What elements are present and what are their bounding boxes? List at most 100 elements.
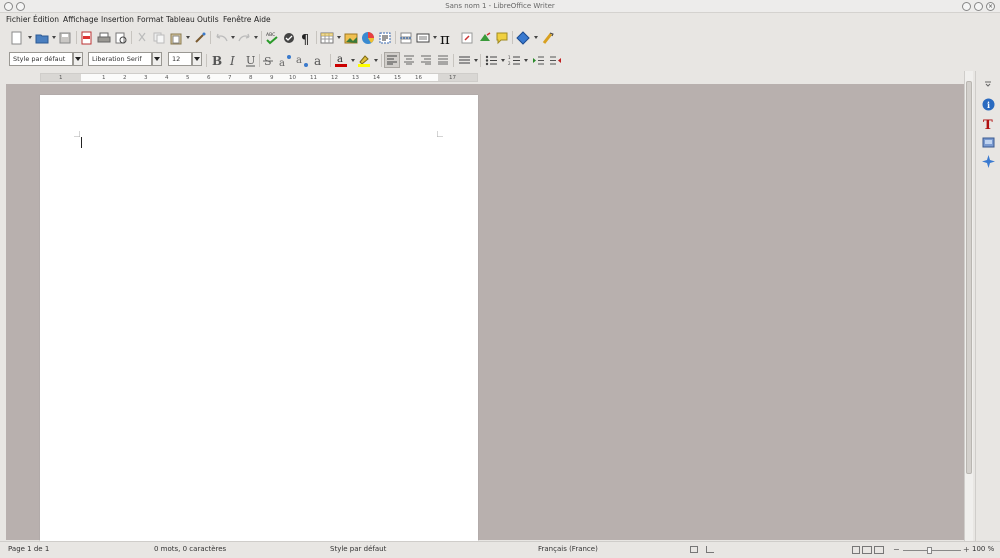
insert-chart-icon[interactable]: [360, 30, 376, 46]
insert-formula-icon[interactable]: π: [439, 30, 455, 46]
shadow-icon[interactable]: a: [311, 52, 327, 68]
single-page-view-icon[interactable]: [852, 546, 860, 554]
undo-dropdown[interactable]: [231, 36, 235, 39]
minimize-button[interactable]: [962, 2, 971, 11]
font-name-dropdown[interactable]: [152, 52, 162, 66]
print-icon[interactable]: [96, 30, 112, 46]
scrollbar-thumb[interactable]: [966, 81, 972, 474]
page-count[interactable]: Page 1 de 1: [8, 545, 49, 553]
zoom-slider-handle[interactable]: [927, 547, 932, 554]
font-color-dropdown[interactable]: [351, 59, 355, 62]
subscript-icon[interactable]: a: [294, 52, 310, 68]
sidebar-menu-icon[interactable]: [980, 75, 996, 91]
zoom-in-icon[interactable]: +: [963, 545, 970, 554]
book-view-icon[interactable]: [874, 546, 884, 554]
paste-dropdown[interactable]: [186, 36, 190, 39]
italic-icon[interactable]: I: [226, 52, 242, 68]
insert-table-dropdown[interactable]: [337, 36, 341, 39]
menu-insertion[interactable]: Insertion: [101, 15, 134, 24]
redo-dropdown[interactable]: [254, 36, 258, 39]
menu-edition[interactable]: Édition: [33, 15, 59, 24]
selection-mode-icon[interactable]: [706, 546, 714, 553]
copy-icon[interactable]: [151, 30, 167, 46]
close-button[interactable]: ×: [986, 2, 995, 11]
font-size-combo[interactable]: 12: [168, 52, 192, 66]
autospellcheck-icon[interactable]: [281, 30, 297, 46]
vertical-scrollbar[interactable]: [964, 71, 973, 541]
zoom-slider[interactable]: [903, 550, 961, 551]
paragraph-style-combo[interactable]: Style par défaut: [9, 52, 73, 66]
gallery-icon[interactable]: [980, 134, 996, 150]
align-right-icon[interactable]: [418, 52, 434, 68]
open-folder-icon[interactable]: [34, 30, 50, 46]
redo-icon[interactable]: [236, 30, 252, 46]
menu-fichier[interactable]: Fichier: [6, 15, 31, 24]
menu-tableau[interactable]: Tableau: [166, 15, 195, 24]
bullet-list-icon[interactable]: [483, 52, 499, 68]
font-size-dropdown[interactable]: [192, 52, 202, 66]
line-spacing-icon[interactable]: [456, 52, 472, 68]
justify-icon[interactable]: [435, 52, 451, 68]
superscript-icon[interactable]: a: [277, 52, 293, 68]
formatting-marks-icon[interactable]: ¶: [298, 30, 314, 46]
line-spacing-dropdown[interactable]: [474, 59, 478, 62]
undo-icon[interactable]: [213, 30, 229, 46]
menu-aide[interactable]: Aide: [254, 15, 271, 24]
highlight-color-icon[interactable]: [356, 52, 372, 68]
insert-table-icon[interactable]: [319, 30, 335, 46]
language[interactable]: Français (France): [538, 545, 598, 553]
new-document-icon[interactable]: [9, 30, 25, 46]
decrease-indent-icon[interactable]: [547, 52, 563, 68]
horizontal-ruler[interactable]: 1 1 2 3 4 5 6 7 8 9 10 11 12 13 14 15 16…: [40, 73, 478, 82]
cut-icon[interactable]: [134, 30, 150, 46]
basic-shapes-dropdown[interactable]: [534, 36, 538, 39]
underline-icon[interactable]: U: [243, 52, 259, 68]
font-color-icon[interactable]: a: [333, 52, 349, 68]
strikethrough-icon[interactable]: S: [260, 52, 276, 68]
paragraph-style-dropdown[interactable]: [73, 52, 83, 66]
increase-indent-icon[interactable]: [530, 52, 546, 68]
insert-field-dropdown[interactable]: [433, 36, 437, 39]
insert-image-icon[interactable]: [343, 30, 359, 46]
ruler-tick: 2: [123, 75, 127, 81]
draw-functions-icon[interactable]: [540, 30, 556, 46]
align-center-icon[interactable]: [401, 52, 417, 68]
word-count[interactable]: 0 mots, 0 caractères: [154, 545, 226, 553]
menu-affichage[interactable]: Affichage: [63, 15, 98, 24]
insert-mode-icon[interactable]: [690, 546, 698, 553]
basic-shapes-icon[interactable]: [515, 30, 531, 46]
page-style[interactable]: Style par défaut: [330, 545, 386, 553]
document-page[interactable]: [40, 95, 478, 545]
bullet-list-dropdown[interactable]: [501, 59, 505, 62]
open-dropdown[interactable]: [52, 36, 56, 39]
spellcheck-icon[interactable]: ABC: [264, 30, 280, 46]
navigator-icon[interactable]: [980, 153, 996, 169]
properties-icon[interactable]: i: [980, 96, 996, 112]
page-break-icon[interactable]: [398, 30, 414, 46]
insert-footnote-icon[interactable]: [477, 30, 493, 46]
numbered-list-dropdown[interactable]: [524, 59, 528, 62]
save-icon[interactable]: [57, 30, 73, 46]
align-left-icon[interactable]: [384, 52, 400, 68]
highlight-color-dropdown[interactable]: [374, 59, 378, 62]
print-preview-icon[interactable]: [113, 30, 129, 46]
new-dropdown[interactable]: [28, 36, 32, 39]
styles-icon[interactable]: T: [980, 115, 996, 131]
insert-frame-icon[interactable]: [377, 30, 393, 46]
bold-icon[interactable]: B: [209, 52, 225, 68]
numbered-list-icon[interactable]: 12: [506, 52, 522, 68]
menu-outils[interactable]: Outils: [197, 15, 219, 24]
menu-fenetre[interactable]: Fenêtre: [223, 15, 251, 24]
zoom-level[interactable]: 100 %: [972, 545, 994, 553]
zoom-out-icon[interactable]: −: [893, 545, 900, 554]
export-pdf-icon[interactable]: [79, 30, 95, 46]
insert-hyperlink-icon[interactable]: [459, 30, 475, 46]
insert-comment-icon[interactable]: [494, 30, 510, 46]
menu-format[interactable]: Format: [137, 15, 163, 24]
insert-field-icon[interactable]: [415, 30, 431, 46]
maximize-button[interactable]: [974, 2, 983, 11]
multi-page-view-icon[interactable]: [862, 546, 872, 554]
font-name-combo[interactable]: Liberation Serif: [88, 52, 152, 66]
clone-formatting-icon[interactable]: [192, 30, 208, 46]
paste-icon[interactable]: [168, 30, 184, 46]
